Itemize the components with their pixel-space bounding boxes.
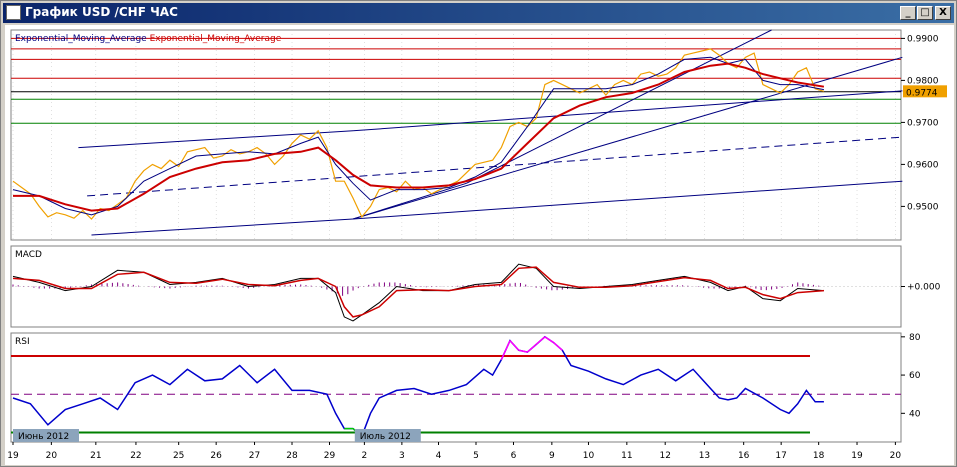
minimize-button[interactable]: _: [900, 6, 916, 20]
x-tick-label: 19: [7, 451, 19, 461]
close-button[interactable]: X: [935, 6, 951, 20]
rsi-title: RSI: [15, 337, 30, 347]
x-tick-label: 18: [813, 451, 825, 461]
x-tick-label: 3: [399, 451, 405, 461]
date-label: Июль 2012: [360, 432, 411, 442]
x-tick-label: 6: [511, 451, 517, 461]
x-tick-label: 20: [46, 451, 58, 461]
x-tick-label: 26: [210, 451, 222, 461]
x-tick-label: 27: [249, 451, 260, 461]
macd-title: MACD: [15, 250, 42, 260]
x-tick-label: 4: [436, 451, 442, 461]
price-legend: Exponential_Moving_Average Exponential_M…: [15, 34, 282, 44]
price-ytick-label: 0.9500: [907, 202, 939, 212]
price-ytick-label: 0.9800: [907, 76, 939, 86]
price-ytick-label: 0.9900: [907, 34, 939, 44]
title-bar[interactable]: График USD /CHF ЧАС _ □ X: [3, 3, 954, 23]
rsi-ytick-label: 80: [909, 333, 921, 343]
rsi-ytick-label: 40: [909, 409, 921, 419]
chart-window: График USD /CHF ЧАС _ □ X Exponential_Mo…: [0, 0, 957, 467]
date-label: Июнь 2012: [18, 432, 69, 442]
maximize-button[interactable]: □: [917, 6, 933, 20]
x-tick-label: 28: [286, 451, 298, 461]
x-tick-label: 12: [659, 451, 670, 461]
last-price-label: 0.9774: [906, 88, 938, 98]
x-tick-label: 11: [621, 451, 632, 461]
x-tick-label: 9: [549, 451, 555, 461]
x-tick-label: 21: [90, 451, 101, 461]
x-tick-label: 19: [851, 451, 863, 461]
x-tick-label: 16: [738, 451, 750, 461]
x-tick-label: 25: [173, 451, 184, 461]
price-panel-frame: [10, 29, 902, 241]
legend-entry: Exponential_Moving_Average: [150, 34, 282, 44]
chart-app-icon: [6, 5, 21, 20]
macd-ytick-label: +0.000: [907, 283, 941, 293]
price-ytick-label: 0.9700: [907, 118, 939, 128]
x-tick-label: 10: [583, 451, 595, 461]
x-tick-label: 29: [324, 451, 336, 461]
window-title: График USD /CHF ЧАС: [25, 5, 178, 19]
x-tick-label: 20: [890, 451, 902, 461]
rsi-ytick-label: 60: [909, 371, 921, 381]
x-tick-label: 22: [130, 451, 141, 461]
x-tick-label: 17: [775, 451, 786, 461]
legend-entry: Exponential_Moving_Average: [15, 34, 150, 44]
chart-area[interactable]: Exponential_Moving_Average Exponential_M…: [5, 25, 954, 465]
x-tick-label: 13: [699, 451, 710, 461]
x-tick-label: 2: [362, 451, 368, 461]
x-tick-label: 5: [473, 451, 479, 461]
price-ytick-label: 0.9600: [907, 160, 939, 170]
chart-canvas[interactable]: Exponential_Moving_Average Exponential_M…: [5, 25, 954, 465]
